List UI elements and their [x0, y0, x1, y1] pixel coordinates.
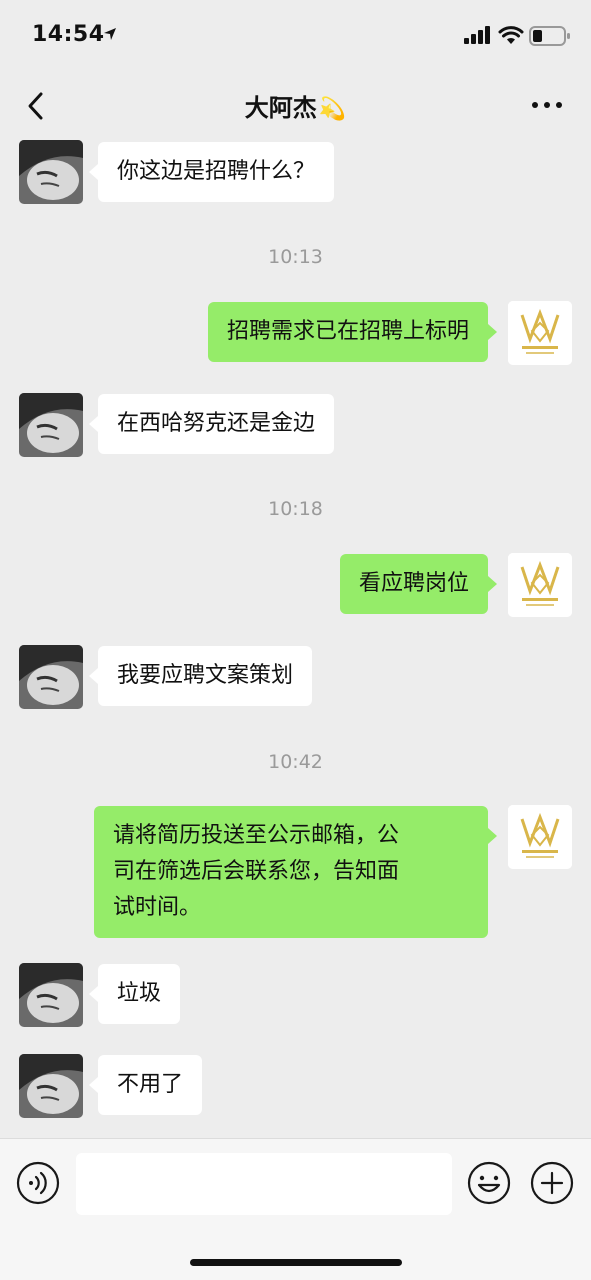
chat-header: 大阿杰💫 — [0, 72, 591, 138]
message-bubble-outgoing[interactable]: 招聘需求已在招聘上标明 — [207, 302, 498, 362]
message-input[interactable] — [76, 1153, 452, 1215]
message-timestamp: 10:18 — [268, 498, 323, 520]
message-bubble-outgoing[interactable]: 请将简历投送至公示邮箱，公 司在筛选后会联系您，告知面 试时间。 — [94, 806, 497, 938]
contact-avatar[interactable] — [19, 645, 83, 709]
message-text: 我要应聘文案策划 — [117, 663, 294, 688]
message-text: 不用了 — [117, 1072, 184, 1097]
location-arrow-icon — [104, 28, 116, 40]
home-indicator[interactable] — [190, 1259, 402, 1266]
message-text: 招聘需求已在招聘上标明 — [226, 319, 469, 344]
my-avatar[interactable] — [508, 805, 572, 869]
contact-name: 大阿杰 — [244, 94, 317, 122]
message-timestamp: 10:42 — [268, 751, 323, 773]
contact-avatar[interactable] — [19, 393, 83, 457]
plus-icon[interactable] — [530, 1161, 574, 1205]
message-bubble-outgoing[interactable]: 看应聘岗位 — [339, 554, 498, 614]
message-text-line: 请将简历投送至公示邮箱，公 — [113, 823, 400, 848]
dizzy-emoji: 💫 — [318, 97, 347, 122]
emoji-icon[interactable] — [467, 1161, 511, 1205]
my-avatar[interactable] — [508, 301, 572, 365]
message-bubble-incoming[interactable]: 在西哈努克还是金边 — [88, 394, 335, 454]
cellular-signal-icon — [464, 26, 490, 44]
message-bubble-incoming[interactable]: 垃圾 — [88, 964, 181, 1024]
message-bubble-incoming[interactable]: 不用了 — [88, 1055, 203, 1115]
message-bubble-incoming[interactable]: 你这边是招聘什么？ — [88, 142, 335, 202]
message-list[interactable]: 你这边是招聘什么？ 10:13 招聘需求已在招聘上标明 在西哈努克还是金边 10… — [0, 138, 591, 1138]
message-text: 垃圾 — [117, 981, 162, 1006]
message-text-line: 司在筛选后会联系您，告知面 — [113, 859, 400, 884]
my-avatar[interactable] — [508, 553, 572, 617]
more-icon[interactable] — [530, 92, 564, 118]
status-time: 14:54 — [32, 22, 105, 47]
wifi-icon — [498, 26, 524, 44]
chat-title: 大阿杰💫 — [0, 88, 591, 123]
message-text: 在西哈努克还是金边 — [117, 411, 316, 436]
voice-icon[interactable] — [16, 1161, 60, 1205]
message-timestamp: 10:13 — [268, 246, 323, 268]
message-text-line: 试时间。 — [113, 895, 202, 920]
status-bar: 14:54 — [0, 0, 591, 72]
contact-avatar[interactable] — [19, 1054, 83, 1118]
battery-icon — [529, 26, 570, 46]
contact-avatar[interactable] — [19, 140, 83, 204]
message-text: 你这边是招聘什么？ — [117, 159, 316, 184]
message-text: 看应聘岗位 — [358, 571, 469, 596]
message-bubble-incoming[interactable]: 我要应聘文案策划 — [88, 646, 313, 706]
contact-avatar[interactable] — [19, 963, 83, 1027]
